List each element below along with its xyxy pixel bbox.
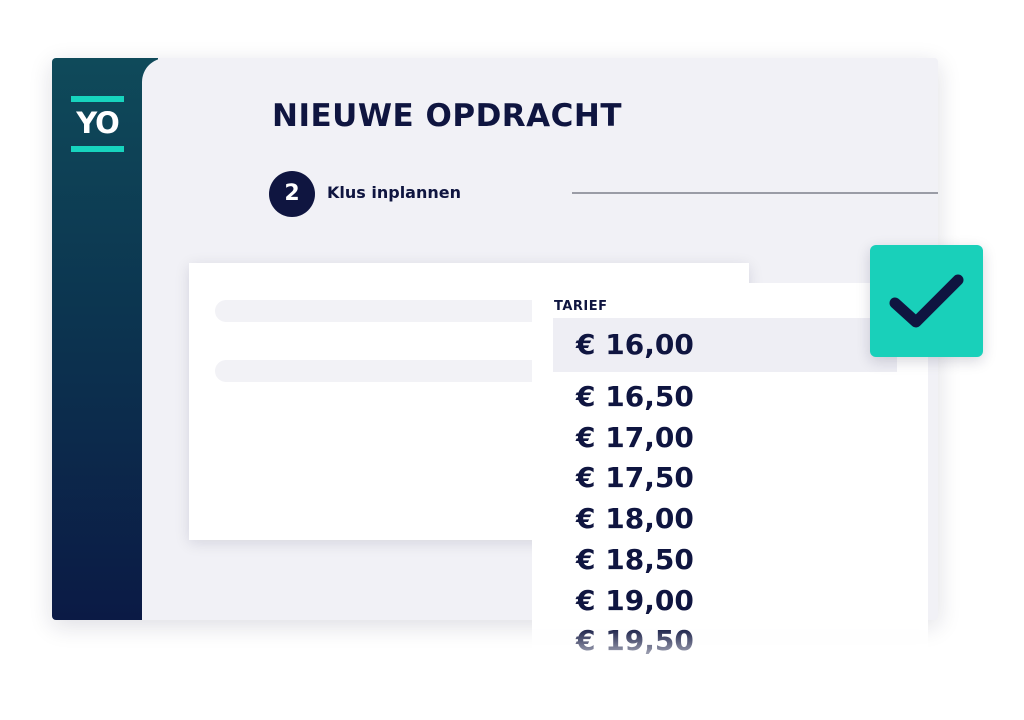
step-label: Klus inplannen — [327, 183, 461, 202]
yo-logo[interactable]: YO — [71, 96, 124, 152]
page-title: NIEUWE OPDRACHT — [272, 98, 622, 134]
step-number-badge: 2 — [269, 171, 315, 217]
tariff-option[interactable]: € 19,50 — [553, 614, 897, 668]
confirm-button[interactable] — [870, 245, 983, 357]
tariff-option-selected[interactable]: € 16,00 — [553, 318, 897, 372]
logo-bar-top — [71, 96, 124, 102]
tariff-dropdown[interactable]: TARIEF € 16,00 € 16,50 € 17,00 € 17,50 €… — [532, 283, 928, 673]
logo-bar-bottom — [71, 146, 124, 152]
form-field-placeholder[interactable] — [215, 300, 545, 322]
logo-text: YO — [76, 106, 120, 140]
step-progress-line — [572, 192, 938, 194]
app-stage: YO NIEUWE OPDRACHT 2 Klus inplannen TARI… — [0, 0, 1024, 720]
checkmark-icon — [889, 274, 964, 328]
form-field-placeholder[interactable] — [215, 360, 545, 382]
tariff-label: TARIEF — [554, 299, 608, 314]
